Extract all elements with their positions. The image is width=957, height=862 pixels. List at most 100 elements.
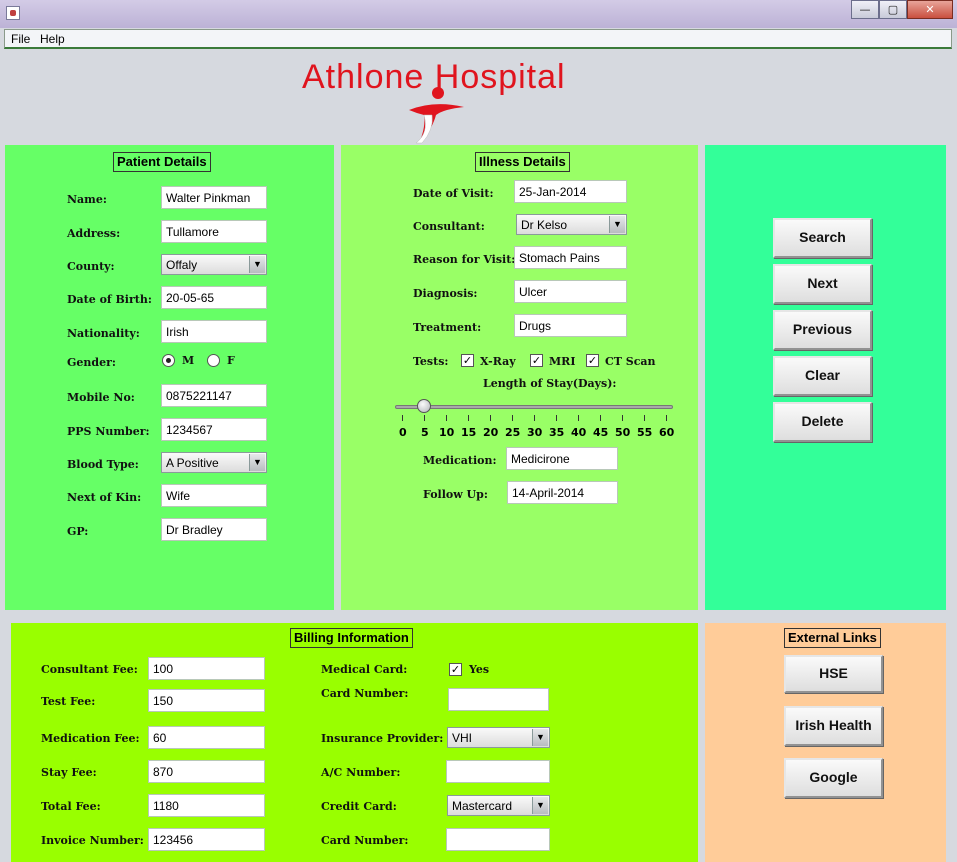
gender-m-radio[interactable] (162, 354, 175, 367)
kin-label: Next of Kin: (67, 491, 142, 504)
ac-number-label: A/C Number: (321, 766, 401, 779)
blood-type-value: A Positive (166, 456, 219, 470)
search-button[interactable]: Search (773, 218, 872, 258)
card-number-label: Card Number: (321, 687, 409, 700)
total-fee-field[interactable]: 1180 (148, 794, 265, 817)
consultant-fee-label: Consultant Fee: (41, 663, 138, 676)
diagnosis-field[interactable]: Ulcer (514, 280, 627, 303)
credit-card-label: Credit Card: (321, 800, 397, 813)
consultant-fee-field[interactable]: 100 (148, 657, 265, 680)
slider-tick-label: 35 (549, 426, 565, 439)
stay-label: Length of Stay(Days): (483, 377, 617, 390)
billing-panel: Billing Information Consultant Fee: 100 … (11, 623, 698, 862)
billing-title: Billing Information (290, 628, 413, 648)
pps-label: PPS Number: (67, 425, 150, 438)
address-label: Address: (67, 227, 121, 240)
followup-label: Follow Up: (423, 488, 488, 501)
county-value: Offaly (166, 258, 198, 272)
test-fee-field[interactable]: 150 (148, 689, 265, 712)
clear-button[interactable]: Clear (773, 356, 872, 396)
insurance-provider-dropdown[interactable]: VHI ▼ (447, 727, 550, 748)
slider-tick-mark (622, 415, 623, 421)
patient-details-panel: Patient Details Name: Walter Pinkman Add… (5, 145, 334, 610)
mri-checkbox[interactable]: ✓ (530, 354, 543, 367)
slider-tick-label: 0 (399, 426, 407, 439)
irish-health-link-button[interactable]: Irish Health (784, 706, 883, 746)
card-number2-field[interactable] (446, 828, 550, 851)
medical-card-label: Medical Card: (321, 663, 408, 676)
nationality-field[interactable]: Irish (161, 320, 267, 343)
name-field[interactable]: Walter Pinkman (161, 186, 267, 209)
invoice-number-field[interactable]: 123456 (148, 828, 265, 851)
slider-tick-label: 60 (659, 426, 675, 439)
pps-field[interactable]: 1234567 (161, 418, 267, 441)
followup-field[interactable]: 14-April-2014 (507, 481, 618, 504)
ctscan-label: CT Scan (605, 355, 656, 368)
slider-tick-mark (468, 415, 469, 421)
xray-checkbox[interactable]: ✓ (461, 354, 474, 367)
stay-fee-label: Stay Fee: (41, 766, 97, 779)
ac-number-field[interactable] (446, 760, 550, 783)
blood-type-dropdown[interactable]: A Positive ▼ (161, 452, 267, 473)
medical-card-yes-label: Yes (469, 663, 490, 676)
menu-file[interactable]: File (11, 32, 30, 46)
treatment-field[interactable]: Drugs (514, 314, 627, 337)
kin-field[interactable]: Wife (161, 484, 267, 507)
nationality-label: Nationality: (67, 327, 140, 340)
medication-fee-field[interactable]: 60 (148, 726, 265, 749)
external-links-panel: External Links HSE Irish Health Google (705, 623, 946, 862)
gender-label: Gender: (67, 356, 116, 369)
maximize-button[interactable]: ▢ (879, 0, 907, 19)
stay-fee-field[interactable]: 870 (148, 760, 265, 783)
treatment-label: Treatment: (413, 321, 482, 334)
slider-tick-mark (666, 415, 667, 421)
delete-button[interactable]: Delete (773, 402, 872, 442)
county-dropdown[interactable]: Offaly ▼ (161, 254, 267, 275)
test-fee-label: Test Fee: (41, 695, 96, 708)
reason-field[interactable]: Stomach Pains (514, 246, 627, 269)
next-button[interactable]: Next (773, 264, 872, 304)
hospital-logo-text: Athlone Hospital (302, 58, 566, 96)
illness-details-title: Illness Details (475, 152, 570, 172)
chevron-down-icon: ▼ (249, 454, 265, 471)
previous-button[interactable]: Previous (773, 310, 872, 350)
slider-tick-label: 25 (505, 426, 521, 439)
diagnosis-label: Diagnosis: (413, 287, 478, 300)
ctscan-checkbox[interactable]: ✓ (586, 354, 599, 367)
address-field[interactable]: Tullamore (161, 220, 267, 243)
slider-tick-mark (534, 415, 535, 421)
illness-details-panel: Illness Details Date of Visit: 25-Jan-20… (341, 145, 698, 610)
gp-field[interactable]: Dr Bradley (161, 518, 267, 541)
menu-bar: File Help (4, 29, 952, 49)
xray-label: X-Ray (480, 355, 516, 368)
card-number2-label: Card Number: (321, 834, 409, 847)
slider-tick-label: 15 (461, 426, 477, 439)
dob-label: Date of Birth: (67, 293, 152, 306)
card-number-field[interactable] (448, 688, 549, 711)
chevron-down-icon: ▼ (532, 797, 548, 814)
stay-slider[interactable] (393, 399, 675, 429)
invoice-number-label: Invoice Number: (41, 834, 144, 847)
medical-card-checkbox[interactable]: ✓ (449, 663, 462, 676)
insurance-provider-value: VHI (452, 731, 473, 745)
hse-link-button[interactable]: HSE (784, 655, 883, 693)
java-app-icon (6, 6, 20, 20)
close-button[interactable]: ✕ (907, 0, 953, 19)
credit-card-dropdown[interactable]: Mastercard ▼ (447, 795, 550, 816)
consultant-dropdown[interactable]: Dr Kelso ▼ (516, 214, 627, 235)
slider-tick-mark (556, 415, 557, 421)
tests-label: Tests: (413, 355, 449, 368)
menu-help[interactable]: Help (40, 32, 65, 46)
mobile-label: Mobile No: (67, 391, 135, 404)
banner: Athlone Hospital (4, 50, 952, 145)
minimize-button[interactable]: — (851, 0, 879, 19)
google-link-button[interactable]: Google (784, 758, 883, 798)
slider-tick-mark (600, 415, 601, 421)
dob-field[interactable]: 20-05-65 (161, 286, 267, 309)
visit-date-field[interactable]: 25-Jan-2014 (514, 180, 627, 203)
slider-thumb[interactable] (417, 399, 431, 413)
gender-f-radio[interactable] (207, 354, 220, 367)
mobile-field[interactable]: 0875221147 (161, 384, 267, 407)
slider-tick-mark (512, 415, 513, 421)
medication-field[interactable]: Medicirone (506, 447, 618, 470)
